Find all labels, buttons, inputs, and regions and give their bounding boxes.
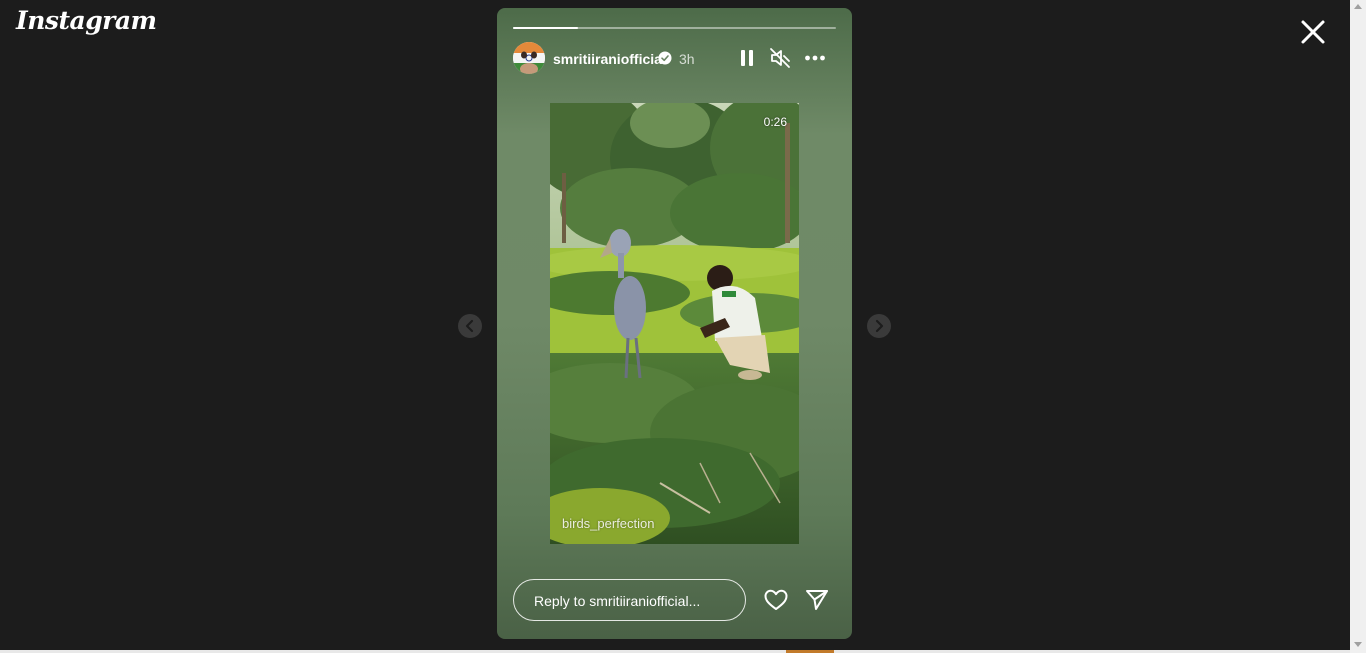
instagram-logo[interactable]: Instagram	[16, 6, 157, 35]
story-progress-fill	[513, 27, 578, 29]
scroll-up-arrow-icon[interactable]	[1354, 4, 1362, 9]
next-story-button[interactable]	[867, 314, 891, 338]
scroll-down-arrow-icon[interactable]	[1354, 642, 1362, 647]
video-duration: 0:26	[763, 115, 787, 129]
like-button[interactable]	[763, 587, 789, 613]
send-icon	[806, 590, 828, 610]
story-video[interactable]: 0:26 birds_perfection	[550, 103, 799, 544]
vertical-scrollbar[interactable]	[1350, 0, 1366, 653]
more-horizontal-icon	[805, 55, 825, 61]
story-username[interactable]: smritiiraniofficial	[553, 51, 666, 67]
story-progress-bar	[513, 27, 836, 29]
story-timestamp: 3h	[679, 51, 695, 67]
more-options-button[interactable]	[803, 46, 827, 70]
reply-placeholder: Reply to smritiiraniofficial...	[534, 593, 701, 609]
heart-icon	[764, 589, 788, 610]
avatar[interactable]	[513, 42, 545, 74]
story-card[interactable]: smritiiraniofficial 3h 0:26 birds_perfec…	[497, 8, 852, 639]
reply-input[interactable]: Reply to smritiiraniofficial...	[513, 579, 746, 621]
close-icon	[1301, 20, 1325, 44]
story-viewer: Instagram smritiiraniofficial 3h 0:26 bi…	[0, 0, 1350, 653]
share-button[interactable]	[804, 587, 830, 613]
chevron-left-icon	[465, 319, 474, 333]
media-watermark: birds_perfection	[562, 516, 655, 531]
story-header: smritiiraniofficial 3h	[513, 42, 836, 74]
video-frame	[550, 103, 799, 544]
verified-badge-icon	[658, 51, 672, 65]
speaker-muted-icon	[770, 48, 790, 68]
unmute-button[interactable]	[768, 46, 792, 70]
pause-icon	[741, 50, 753, 66]
previous-story-button[interactable]	[458, 314, 482, 338]
close-button[interactable]	[1297, 16, 1329, 48]
pause-button[interactable]	[735, 46, 759, 70]
chevron-right-icon	[875, 319, 884, 333]
